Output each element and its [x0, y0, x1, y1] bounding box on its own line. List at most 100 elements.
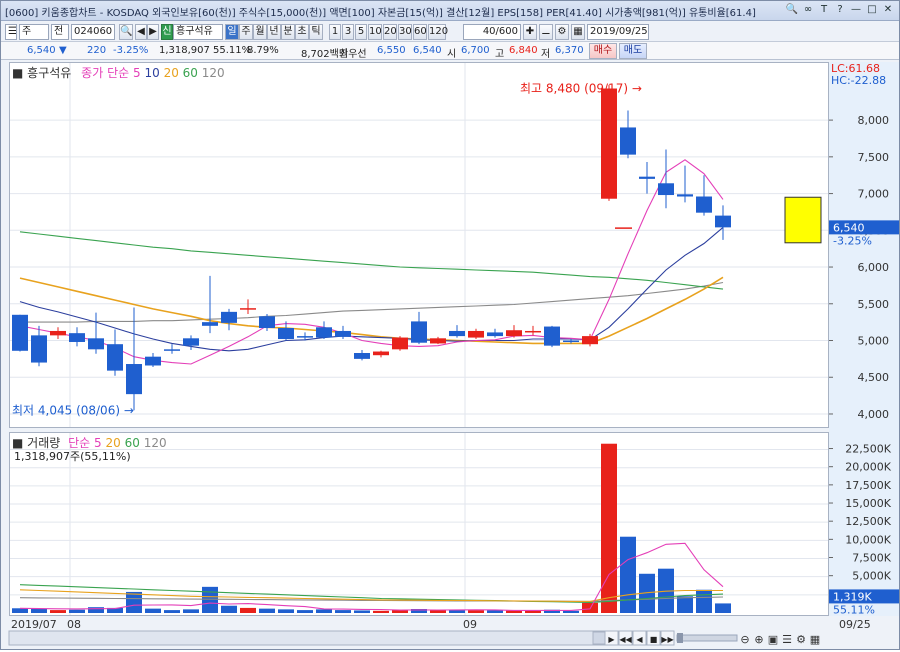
candle-body[interactable] [278, 328, 294, 340]
zoom-in-icon[interactable]: ✚ [523, 24, 537, 40]
volume-bar[interactable] [240, 607, 256, 613]
link-icon[interactable]: ∞ [801, 3, 815, 17]
volume-bar[interactable] [164, 610, 180, 613]
prev-stock-button[interactable]: ◀ [135, 24, 147, 40]
calendar-icon[interactable]: ▦ [571, 24, 585, 40]
zoom-slider-handle[interactable] [677, 633, 683, 643]
candle-body[interactable] [487, 332, 503, 337]
candle-body[interactable] [373, 351, 389, 356]
candle-body[interactable] [696, 196, 712, 213]
text-icon[interactable]: T [817, 3, 831, 17]
volume-bar[interactable] [563, 610, 579, 613]
candle-body[interactable] [12, 314, 28, 351]
close-icon[interactable]: ✕ [881, 3, 895, 17]
interval-button[interactable]: 120 [428, 24, 448, 40]
minimize-icon[interactable]: — [849, 3, 863, 17]
volume-bar[interactable] [31, 608, 47, 613]
candle-body[interactable] [601, 88, 617, 199]
volume-bar[interactable] [487, 610, 503, 613]
zoom-slider-track[interactable] [676, 634, 738, 642]
volume-bar[interactable] [468, 610, 484, 613]
period-button[interactable]: 년 [267, 24, 281, 40]
candle-body[interactable] [506, 330, 522, 337]
volume-bar[interactable] [506, 610, 522, 613]
interval-button[interactable]: 1 [329, 24, 341, 40]
period-button[interactable]: 일 [225, 24, 239, 40]
interval-button[interactable]: 30 [398, 24, 412, 40]
candle-body[interactable] [240, 308, 256, 310]
volume-bar[interactable] [297, 610, 313, 613]
volume-bar[interactable] [316, 609, 332, 613]
candle-body[interactable] [221, 311, 237, 323]
sell-button[interactable]: 매도 [619, 43, 647, 59]
price-chart-panel[interactable]: ■ 흥구석유 종가 단순 5 10 20 60 120 최고 8,480 (09… [9, 62, 829, 428]
settings-icon[interactable]: ⚙ [796, 633, 806, 646]
candle-body[interactable] [620, 127, 636, 155]
volume-bar[interactable] [259, 608, 275, 613]
candle-body[interactable] [183, 338, 199, 346]
count-input[interactable]: 40/600 [463, 24, 521, 40]
volume-bar[interactable] [126, 591, 142, 613]
collapse-icon[interactable]: ■ [12, 66, 23, 80]
candle-body[interactable] [297, 336, 313, 338]
candle-body[interactable] [544, 326, 560, 346]
candle-body[interactable] [107, 344, 123, 371]
volume-chart[interactable] [10, 433, 828, 615]
list-icon[interactable]: ☰ [782, 633, 792, 646]
interval-button[interactable]: 10 [368, 24, 382, 40]
candle-body[interactable] [392, 337, 408, 350]
market-select[interactable]: 주 [19, 24, 49, 40]
volume-chart-panel[interactable]: ■ 거래량 단순 5 20 60 120 1,318,907주(55,11%) [9, 432, 829, 616]
interval-button[interactable]: 3 [342, 24, 354, 40]
horizontal-scrollbar[interactable] [8, 630, 610, 646]
candle-body[interactable] [563, 340, 579, 343]
candle-body[interactable] [88, 338, 104, 350]
candle-body[interactable] [69, 333, 85, 342]
volume-bar[interactable] [354, 610, 370, 613]
zoom-out-icon[interactable]: ⊖ [740, 633, 749, 646]
interval-button[interactable]: 5 [355, 24, 367, 40]
config-icon[interactable]: ⚙ [555, 24, 569, 40]
menu-button[interactable]: ☰ [5, 24, 17, 40]
zoom-out-icon[interactable]: ⚊ [539, 24, 553, 40]
candle-body[interactable] [525, 330, 541, 333]
candle-body[interactable] [354, 353, 370, 359]
interval-button[interactable]: 60 [413, 24, 427, 40]
volume-bar[interactable] [335, 610, 351, 613]
candle-body[interactable] [126, 364, 142, 395]
period-button[interactable]: 초 [295, 24, 309, 40]
volume-bar[interactable] [69, 609, 85, 613]
volume-bar[interactable] [50, 610, 66, 613]
volume-bar[interactable] [183, 609, 199, 613]
volume-bar[interactable] [430, 610, 446, 613]
volume-bar[interactable] [677, 596, 693, 613]
candle-body[interactable] [677, 194, 693, 197]
candle-body[interactable] [31, 335, 47, 363]
fit-icon[interactable]: ▣ [768, 633, 778, 646]
period-button[interactable]: 월 [253, 24, 267, 40]
volume-bar[interactable] [145, 608, 161, 613]
candle-body[interactable] [50, 330, 66, 336]
zoom-in-icon[interactable]: ⊕ [754, 633, 763, 646]
period-mode-select[interactable]: 전 [51, 24, 69, 40]
candle-body[interactable] [335, 330, 351, 337]
period-button[interactable]: 주 [239, 24, 253, 40]
search-icon[interactable]: 🔍 [785, 3, 799, 17]
candle-body[interactable] [658, 183, 674, 196]
volume-bar[interactable] [202, 586, 218, 613]
buy-button[interactable]: 매수 [589, 43, 617, 59]
candle-body[interactable] [449, 330, 465, 337]
code-input[interactable]: 024060 [71, 24, 115, 40]
candle-body[interactable] [582, 336, 598, 345]
period-button[interactable]: 틱 [309, 24, 323, 40]
price-chart[interactable]: 최고 8,480 (09/17) → 최저 4,045 (08/06) → [10, 63, 828, 427]
volume-bar[interactable] [88, 607, 104, 613]
next-stock-button[interactable]: ▶ [147, 24, 159, 40]
maximize-icon[interactable]: □ [865, 3, 879, 17]
candle-body[interactable] [715, 215, 731, 228]
candle-body[interactable] [316, 327, 332, 338]
stock-name-field[interactable]: 흥구석유 [173, 24, 223, 40]
date-input[interactable]: 2019/09/25 [587, 24, 649, 40]
volume-bar[interactable] [620, 536, 636, 613]
volume-bar[interactable] [373, 610, 389, 613]
